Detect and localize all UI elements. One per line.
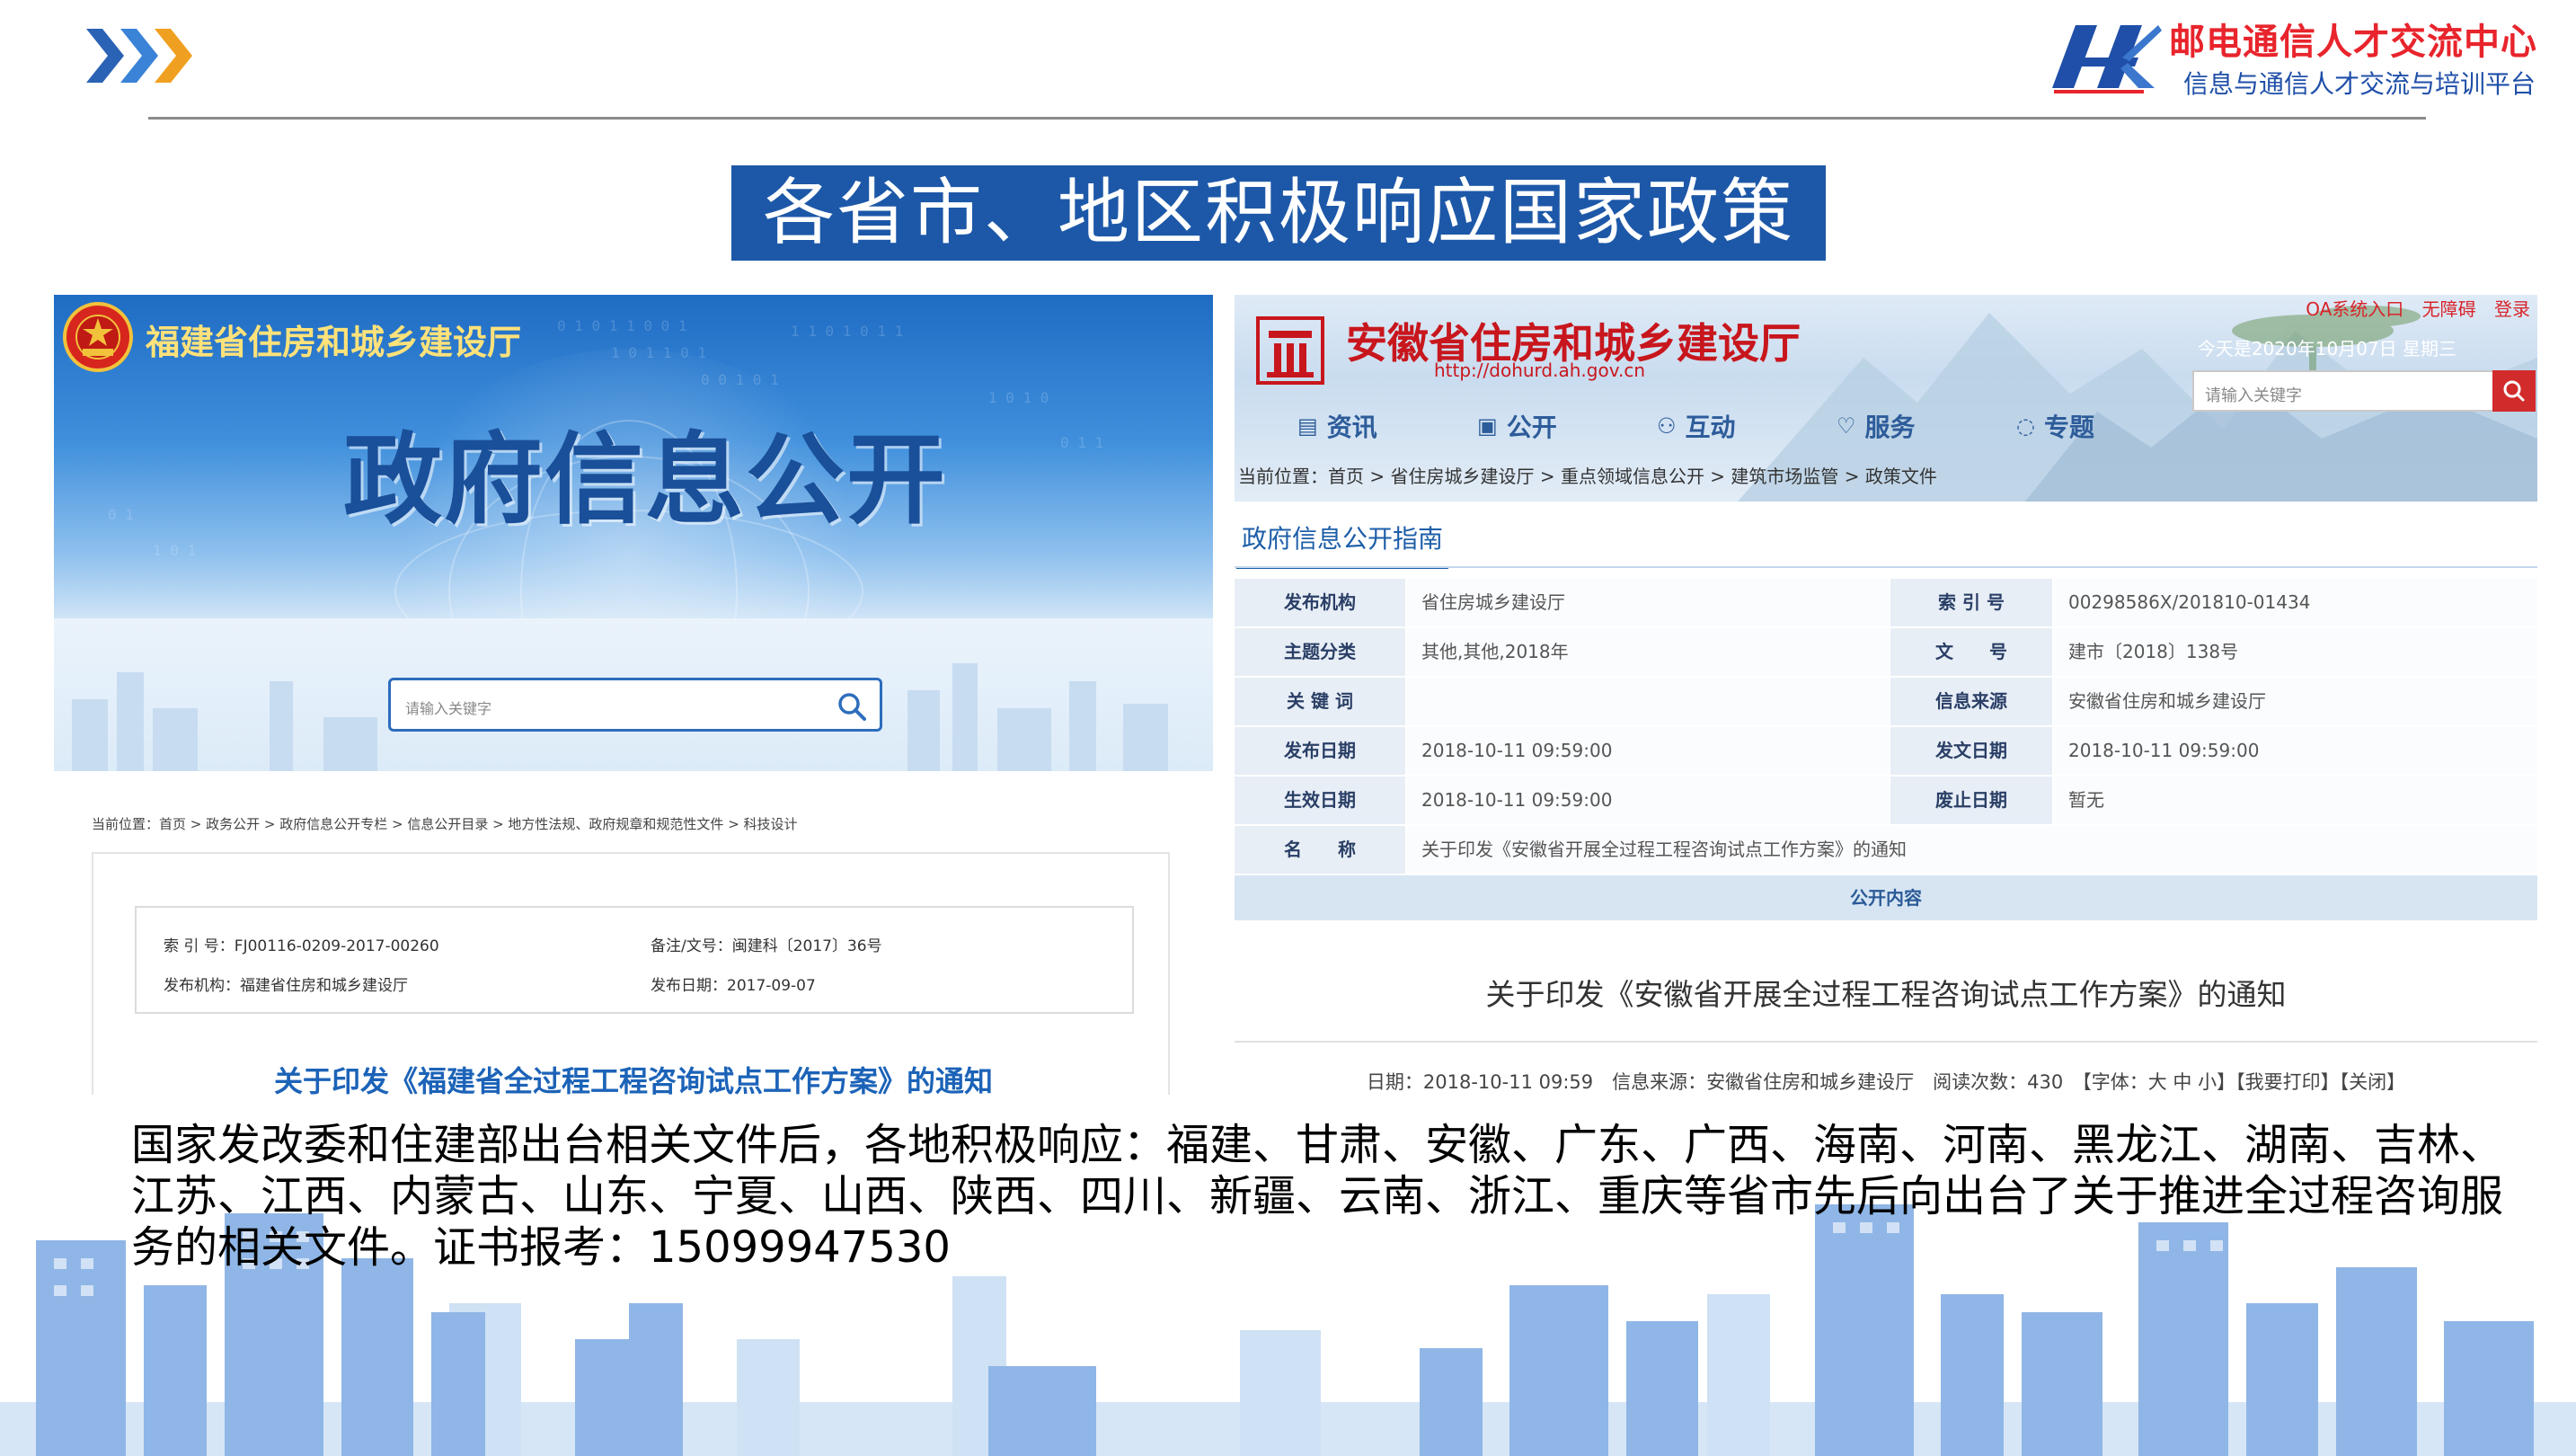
fujian-notice-title[interactable]: 关于印发《福建省全过程工程咨询试点工作方案》的通知	[54, 1059, 1213, 1095]
national-emblem-icon	[63, 302, 133, 372]
anhui-logo-icon	[1256, 316, 1324, 385]
table-label: 关 键 词	[1235, 678, 1405, 725]
table-value: 建市〔2018〕138号	[2054, 628, 2537, 676]
oa-login-link[interactable]: OA系统入口	[2306, 298, 2403, 320]
fujian-banner: 0 1 0 1 1 0 0 1 1 0 1 1 0 1 0 0 1 0 1 1 1 …	[54, 295, 1213, 618]
nav-news[interactable]: ▤ 资讯	[1297, 406, 1477, 446]
search-icon	[2503, 380, 2525, 402]
table-value	[1407, 678, 1889, 725]
anhui-site-screenshot: 安徽省住房和城乡建设厅 http://dohurd.ah.gov.cn OA系统…	[1235, 295, 2537, 1095]
hk-logo-icon	[2052, 25, 2162, 93]
anhui-nav: ▤ 资讯 ▣ 公开 ⚇ 互动 ♡ 服务 ◌ 专题	[1297, 406, 2196, 446]
table-row: 关 键 词 信息来源 安徽省住房和城乡建设厅	[1235, 678, 2537, 727]
topic-icon: ◌	[2016, 413, 2035, 439]
svg-text:0 0 1 0 1: 0 0 1 0 1	[701, 371, 779, 388]
slide-title: 各省市、地区积极响应国家政策	[731, 165, 1826, 261]
table-label: 发布机构	[1235, 579, 1405, 626]
table-value: 其他,其他,2018年	[1407, 628, 1889, 676]
svg-text:1 0 1 1 0 1: 1 0 1 1 0 1	[611, 344, 706, 361]
org-name: 邮电通信人才交流中心	[2169, 22, 2537, 63]
anhui-date: 今天是2020年10月07日 星期三	[2197, 338, 2456, 360]
header-divider	[148, 117, 2426, 120]
search-placeholder: 请输入关键字	[405, 700, 492, 717]
svg-text:1 1 0 1 0 1 1: 1 1 0 1 0 1 1	[791, 323, 903, 340]
guide-divider	[1235, 566, 2537, 568]
fujian-banner-title: 政府信息公开	[343, 422, 947, 537]
nav-service[interactable]: ♡ 服务	[1837, 406, 2016, 446]
table-value: 省住房城乡建设厅	[1407, 579, 1889, 626]
table-label: 废止日期	[1890, 777, 2052, 824]
table-value: 暂无	[2054, 777, 2537, 824]
svg-text:0 1 0 1 1 0 0 1: 0 1 0 1 1 0 0 1	[557, 317, 687, 334]
fujian-index-no: 索 引 号：FJ00116-0209-2017-00260	[164, 937, 439, 955]
table-label: 生效日期	[1235, 777, 1405, 824]
table-value: 2018-10-11 09:59:00	[2054, 727, 2537, 775]
table-label: 发布日期	[1235, 727, 1405, 775]
chevron-arrows-icon	[86, 29, 192, 83]
table-label: 发文日期	[1890, 727, 2052, 775]
search-icon[interactable]	[837, 691, 867, 722]
table-row: 名 称 关于印发《安徽省开展全过程工程咨询试点工作方案》的通知	[1235, 826, 2537, 875]
table-value: 00298586X/201810-01434	[2054, 579, 2537, 626]
search-placeholder: 请输入关键字	[2205, 386, 2302, 405]
nav-open[interactable]: ▣ 公开	[1477, 406, 1657, 446]
svg-text:0 1: 0 1	[108, 506, 134, 523]
fujian-search-input[interactable]: 请输入关键字	[388, 678, 882, 732]
nav-topic[interactable]: ◌ 专题	[2016, 406, 2196, 446]
login-link[interactable]: 登录	[2494, 298, 2530, 320]
fujian-breadcrumb: 当前位置：首页 > 政务公开 > 政府信息公开专栏 > 信息公开目录 > 地方性…	[92, 816, 798, 832]
accessibility-link[interactable]: 无障碍	[2422, 298, 2476, 320]
table-row: 发布机构 省住房城乡建设厅 索 引 号 00298586X/201810-014…	[1235, 579, 2537, 628]
open-icon: ▣	[1477, 413, 1498, 439]
fujian-site-name: 福建省住房和城乡建设厅	[146, 324, 522, 362]
nav-interact[interactable]: ⚇ 互动	[1657, 406, 1837, 446]
news-icon: ▤	[1297, 413, 1318, 439]
anhui-doc-footer: 日期：2018-10-11 09:59 信息来源：安徽省住房和城乡建设厅 阅读次…	[1366, 1071, 2406, 1093]
table-row: 主题分类 其他,其他,2018年 文 号 建市〔2018〕138号	[1235, 628, 2537, 678]
body-paragraph: 国家发改委和住建部出台相关文件后，各地积极响应：福建、甘肃、安徽、广东、广西、海…	[131, 1120, 2504, 1273]
tab-info-guide[interactable]: 政府信息公开指南	[1236, 519, 1449, 569]
table-label: 主题分类	[1235, 628, 1405, 676]
anhui-search-input[interactable]: 请输入关键字	[2192, 370, 2536, 412]
table-label: 信息来源	[1890, 678, 2052, 725]
anhui-site-url[interactable]: http://dohurd.ah.gov.cn	[1434, 360, 1645, 381]
interact-icon: ⚇	[1657, 413, 1677, 439]
table-label: 文 号	[1890, 628, 2052, 676]
svg-text:1 0 1: 1 0 1	[153, 542, 196, 559]
anhui-breadcrumb: 当前位置：首页 > 省住房城乡建设厅 > 重点领域信息公开 > 建筑市场监管 >…	[1238, 466, 1937, 487]
org-tagline: 信息与通信人才交流与培训平台	[2183, 69, 2536, 99]
fujian-issuer: 发布机构：福建省住房和城乡建设厅	[164, 977, 408, 995]
fujian-site-screenshot: 0 1 0 1 1 0 0 1 1 0 1 1 0 1 0 0 1 0 1 1 1 …	[54, 295, 1213, 1095]
svg-text:0 1 1: 0 1 1	[1060, 434, 1103, 451]
table-row: 发布日期 2018-10-11 09:59:00 发文日期 2018-10-11…	[1235, 727, 2537, 777]
anhui-top-links: OA系统入口 无障碍 登录	[2293, 295, 2530, 321]
anhui-doc-title: 关于印发《安徽省开展全过程工程咨询试点工作方案》的通知	[1485, 977, 2287, 1012]
fujian-metadata-box: 索 引 号：FJ00116-0209-2017-00260 备注/文号：闽建科〔…	[135, 906, 1134, 1014]
anhui-header: 安徽省住房和城乡建设厅 http://dohurd.ah.gov.cn OA系统…	[1235, 295, 2537, 502]
table-label: 名 称	[1235, 826, 1405, 874]
table-label: 索 引 号	[1890, 579, 2052, 626]
svg-text:1 0 1 0: 1 0 1 0	[988, 389, 1049, 406]
table-value: 2018-10-11 09:59:00	[1407, 727, 1889, 775]
table-value: 2018-10-11 09:59:00	[1407, 777, 1889, 824]
table-value: 关于印发《安徽省开展全过程工程咨询试点工作方案》的通知	[1407, 826, 2537, 874]
table-row: 生效日期 2018-10-11 09:59:00 废止日期 暂无	[1235, 777, 2537, 826]
fujian-doc-no: 备注/文号：闽建科〔2017〕36号	[651, 937, 882, 955]
service-icon: ♡	[1837, 413, 1856, 439]
search-button[interactable]	[2492, 370, 2536, 412]
table-value: 安徽省住房和城乡建设厅	[2054, 678, 2537, 725]
public-content-bar: 公开内容	[1235, 875, 2537, 920]
fujian-publish-date: 发布日期：2017-09-07	[651, 977, 816, 995]
doc-divider	[1235, 1041, 2537, 1043]
